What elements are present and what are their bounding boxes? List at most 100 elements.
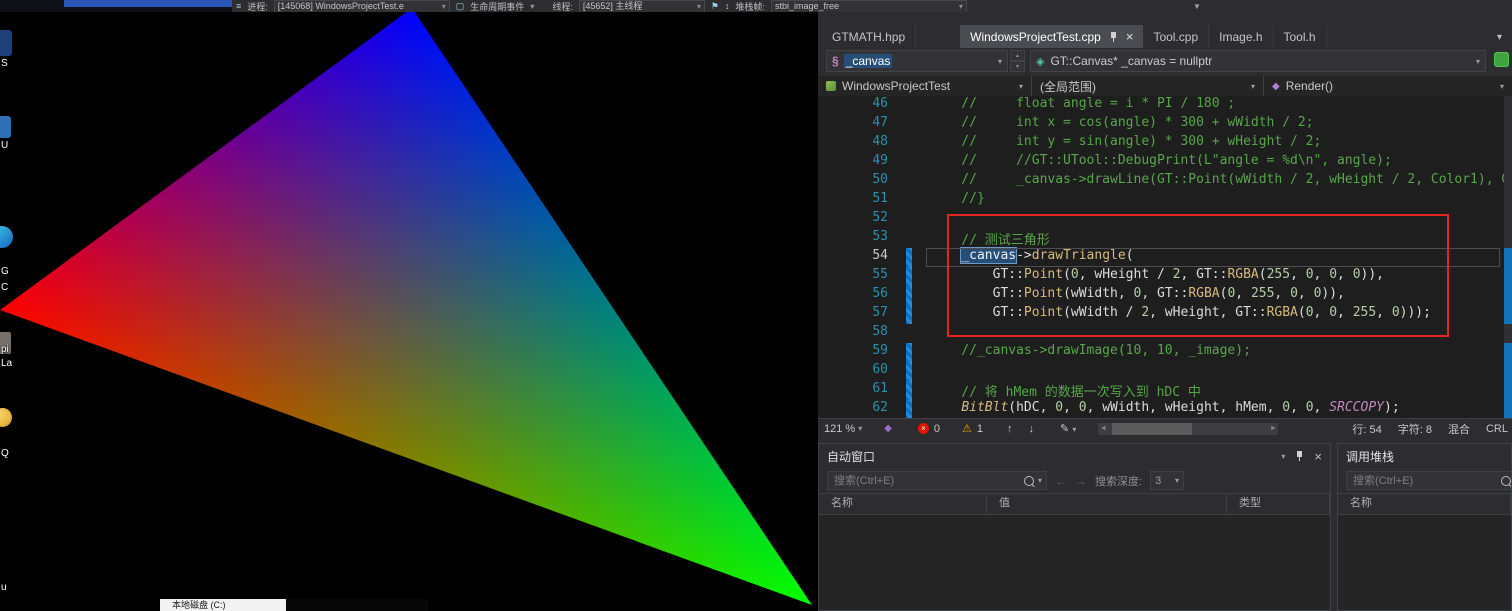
column-header-value[interactable]: 值 xyxy=(987,494,1227,514)
stack-frame-dropdown[interactable]: stbi_image_free▾ xyxy=(771,0,967,12)
line-number[interactable]: 54 xyxy=(844,248,888,267)
search-icon[interactable] xyxy=(1501,476,1511,486)
line-number[interactable]: 49 xyxy=(844,153,888,172)
column-header-name[interactable]: 名称 xyxy=(819,494,987,514)
line-number[interactable]: 52 xyxy=(844,210,888,229)
desktop-icon-label[interactable]: u xyxy=(1,582,7,593)
search-depth-dropdown[interactable]: 3 ▾ xyxy=(1150,471,1184,490)
error-icon[interactable]: × xyxy=(918,423,929,434)
thread-dropdown[interactable]: [45652] 主线程▾ xyxy=(579,0,705,12)
code-line-48[interactable]: 48 // int y = sin(angle) * 300 + wHeight… xyxy=(818,134,1512,153)
code-line-46[interactable]: 46 // float angle = i * PI / 180 ; xyxy=(818,96,1512,115)
code-line-47[interactable]: 47 // int x = cos(angle) * 300 + wWidth … xyxy=(818,115,1512,134)
spin-down-icon[interactable]: ▾ xyxy=(1010,61,1025,72)
desktop-icon-label[interactable]: S xyxy=(1,58,8,69)
feedback-icon[interactable]: ◆ xyxy=(884,423,892,434)
status-line-ending[interactable]: CRL xyxy=(1486,423,1508,435)
line-number[interactable]: 56 xyxy=(844,286,888,305)
line-number[interactable]: 58 xyxy=(844,324,888,343)
desktop-icon-fragment[interactable] xyxy=(0,30,12,56)
desktop-icon-label[interactable]: Q xyxy=(1,448,9,459)
code-line-60[interactable]: 60 xyxy=(818,362,1512,381)
desktop-icon-label[interactable]: pi xyxy=(1,344,9,355)
chevron-down-icon[interactable]: ▾ xyxy=(1038,476,1042,485)
scope-dropdown[interactable]: (全局范围) ▾ xyxy=(1032,76,1264,96)
close-icon[interactable]: × xyxy=(1126,30,1134,43)
code-line-54[interactable]: 54 _canvas->drawTriangle( xyxy=(818,248,1512,267)
chevron-down-icon[interactable]: ▾ xyxy=(1281,452,1285,461)
tab-GTMATH.hpp[interactable]: GTMATH.hpp xyxy=(822,25,916,48)
tab-Tool.cpp[interactable]: Tool.cpp xyxy=(1143,25,1209,48)
explorer-address-fragment[interactable]: 本地磁盘 (C:) xyxy=(160,599,286,611)
column-header-name[interactable]: 名称 xyxy=(1338,494,1511,514)
toolbar-menu-icon[interactable]: ≡ xyxy=(236,1,241,11)
desktop-icon-fragment[interactable] xyxy=(0,116,11,138)
process-dropdown[interactable]: [145068] WindowsProjectTest.e▾ xyxy=(274,0,450,12)
callstack-body[interactable] xyxy=(1338,515,1511,610)
lifecycle-events-icon[interactable]: ▢ xyxy=(456,1,465,12)
close-icon[interactable]: × xyxy=(1314,449,1322,464)
callstack-search-input[interactable] xyxy=(1351,474,1497,488)
code-line-50[interactable]: 50 // _canvas->drawLine(GT::Point(wWidth… xyxy=(818,172,1512,191)
code-line-53[interactable]: 53 // 测试三角形 xyxy=(818,229,1512,248)
autos-panel-header[interactable]: 自动窗口 ▾ × xyxy=(819,444,1330,468)
navigate-down-icon[interactable]: ↓ xyxy=(1029,423,1035,435)
desktop-icon-label[interactable]: G xyxy=(1,266,9,277)
callstack-search-box[interactable] xyxy=(1346,471,1512,490)
project-dropdown[interactable]: WindowsProjectTest ▾ xyxy=(818,76,1032,96)
code-line-51[interactable]: 51 //} xyxy=(818,191,1512,210)
scrollbar-thumb[interactable] xyxy=(1112,423,1192,435)
scroll-right-icon[interactable]: ► xyxy=(1268,425,1278,432)
member-dropdown[interactable]: ◆ Render() ▾ xyxy=(1264,76,1512,96)
warning-count[interactable]: 1 xyxy=(977,423,983,435)
edit-pencil-icon[interactable]: ✎ ▾ xyxy=(1060,422,1076,435)
code-line-57[interactable]: 57 GT::Point(wWidth / 2, wHeight, GT::RG… xyxy=(818,305,1512,324)
autos-search-input[interactable] xyxy=(832,474,1020,488)
line-number[interactable]: 47 xyxy=(844,115,888,134)
toolbar-overflow-chevron-icon[interactable]: ▼ xyxy=(1193,2,1201,11)
callstack-panel-header[interactable]: 调用堆栈 xyxy=(1338,444,1511,468)
desktop-icon-label[interactable]: La xyxy=(1,358,12,369)
stack-nav-icon[interactable]: ↕ xyxy=(725,1,730,11)
code-line-56[interactable]: 56 GT::Point(wWidth, 0, GT::RGBA(0, 255,… xyxy=(818,286,1512,305)
line-number[interactable]: 51 xyxy=(844,191,888,210)
line-number[interactable]: 60 xyxy=(844,362,888,381)
code-line-49[interactable]: 49 // //GT::UTool::DebugPrint(L"angle = … xyxy=(818,153,1512,172)
column-header-type[interactable]: 类型 xyxy=(1227,494,1330,514)
code-line-55[interactable]: 55 GT::Point(0, wHeight / 2, GT::RGBA(25… xyxy=(818,267,1512,286)
pin-icon[interactable] xyxy=(1109,31,1118,43)
tab-list-chevron-icon[interactable]: ▾ xyxy=(1497,32,1502,43)
editor-vertical-scrollbar[interactable] xyxy=(1504,96,1512,418)
line-number[interactable]: 46 xyxy=(844,96,888,115)
code-line-62[interactable]: 62 BitBlt(hDC, 0, 0, wWidth, wHeight, hM… xyxy=(818,400,1512,418)
spin-up-icon[interactable]: ▴ xyxy=(1010,50,1025,61)
autos-body[interactable] xyxy=(819,515,1330,610)
line-number[interactable]: 59 xyxy=(844,343,888,362)
watch-expression-combo[interactable]: § _canvas ▾ xyxy=(826,50,1008,72)
line-number[interactable]: 62 xyxy=(844,400,888,418)
lifecycle-events-label[interactable]: 生命周期事件 xyxy=(470,0,524,12)
pin-icon[interactable] xyxy=(1295,450,1304,462)
tab-Tool.h[interactable]: Tool.h xyxy=(1274,25,1327,48)
line-number[interactable]: 55 xyxy=(844,267,888,286)
line-number[interactable]: 53 xyxy=(844,229,888,248)
toolbar-green-icon[interactable] xyxy=(1494,52,1509,67)
code-line-61[interactable]: 61 // 将 hMem 的数据一次写入到 hDC 中 xyxy=(818,381,1512,400)
search-forward-icon[interactable]: → xyxy=(1075,474,1087,488)
code-editor[interactable]: 46 // float angle = i * PI / 180 ;47 // … xyxy=(818,96,1512,418)
expression-spinner[interactable]: ▴ ▾ xyxy=(1010,50,1025,72)
code-line-52[interactable]: 52 xyxy=(818,210,1512,229)
line-number[interactable]: 48 xyxy=(844,134,888,153)
warning-icon[interactable]: ⚠ xyxy=(962,422,972,435)
autos-search-box[interactable]: ▾ xyxy=(827,471,1047,490)
flag-icon[interactable]: ⚑ xyxy=(711,1,719,12)
expression-value-combo[interactable]: ◈ GT::Canvas* _canvas = nullptr ▾ xyxy=(1030,50,1486,72)
line-number[interactable]: 57 xyxy=(844,305,888,324)
code-line-58[interactable]: 58 xyxy=(818,324,1512,343)
code-line-59[interactable]: 59 //_canvas->drawImage(10, 10, _image); xyxy=(818,343,1512,362)
search-icon[interactable] xyxy=(1024,476,1034,486)
search-back-icon[interactable]: ← xyxy=(1055,474,1067,488)
status-encoding[interactable]: 混合 xyxy=(1448,421,1470,437)
desktop-icon-label[interactable]: C xyxy=(1,282,8,293)
editor-horizontal-scrollbar[interactable]: ◄ ► xyxy=(1098,423,1278,435)
